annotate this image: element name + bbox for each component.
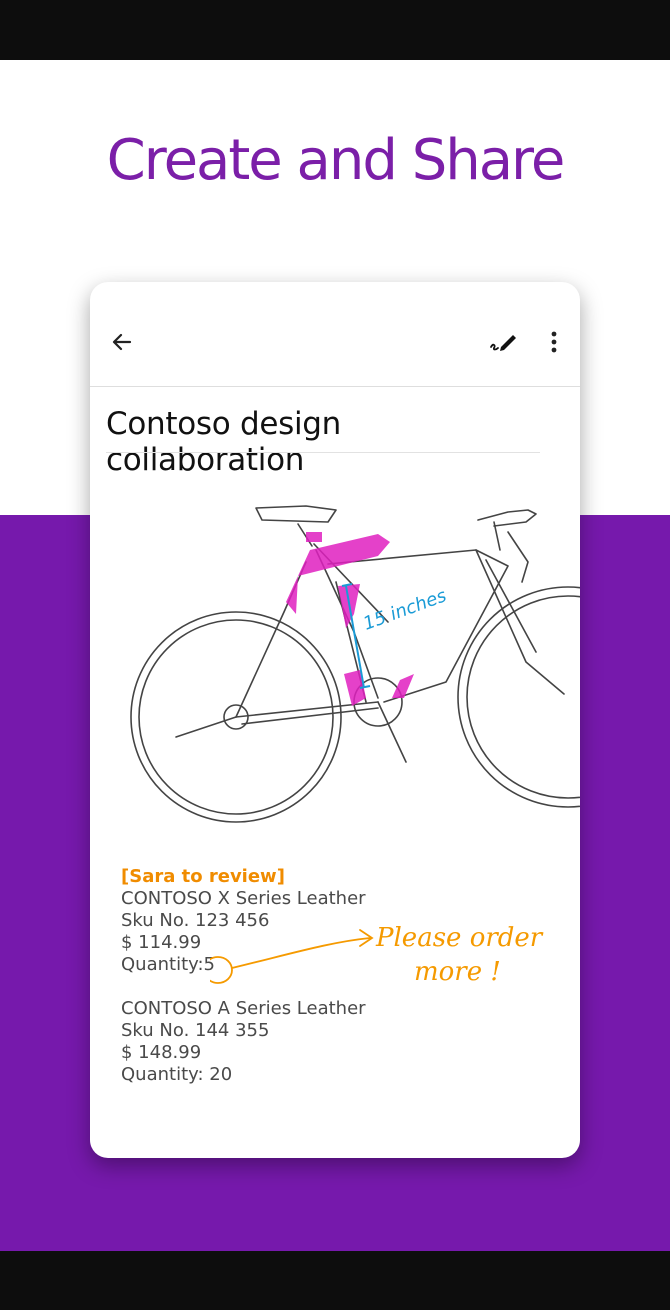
- review-tag: [Sara to review]: [121, 866, 285, 887]
- headline: Create and Share: [106, 128, 566, 193]
- quantity-label: Quantity:: [121, 954, 204, 975]
- bicycle-sketch: 15 inches: [130, 505, 580, 823]
- product-price: $ 148.99: [121, 1042, 202, 1063]
- note-toolbar: [90, 282, 580, 387]
- back-button[interactable]: [106, 326, 138, 358]
- product-quantity: Quantity: 20: [121, 1064, 421, 1086]
- quantity-label: Quantity:: [121, 1064, 204, 1085]
- ink-pen-button[interactable]: [486, 326, 520, 358]
- title-divider: [106, 452, 540, 453]
- more-vertical-icon: [551, 331, 557, 353]
- pen-icon: [490, 335, 516, 351]
- handwritten-note-line-2: more !: [414, 957, 501, 987]
- product-sku: Sku No. 144 355: [121, 1020, 270, 1041]
- back-arrow-icon: [112, 333, 132, 351]
- sketch-annotation: 15 inches: [361, 585, 450, 634]
- more-options-button[interactable]: [542, 326, 566, 358]
- handwritten-ink-annotation: Please order more !: [210, 923, 544, 987]
- page-title: Contoso design collaboration: [106, 406, 341, 478]
- handwritten-note-line-1: Please order: [375, 923, 544, 953]
- app-screen: Create and Share Contoso design collabor…: [0, 60, 670, 1251]
- quantity-value: 20: [209, 1064, 233, 1085]
- note-card: Contoso design collaboration 15 inches […: [90, 282, 580, 1158]
